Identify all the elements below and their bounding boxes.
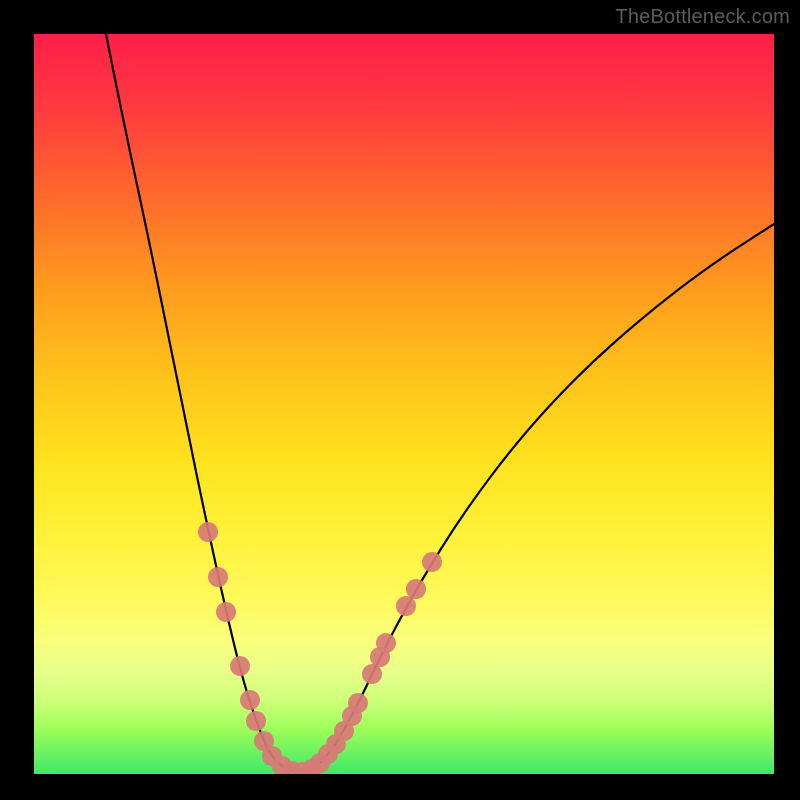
watermark: TheBottleneck.com <box>615 6 790 29</box>
bottleneck-curve <box>102 34 774 772</box>
plot-area <box>34 34 774 774</box>
curve-layer <box>34 34 774 774</box>
chart-frame: TheBottleneck.com <box>0 0 800 800</box>
